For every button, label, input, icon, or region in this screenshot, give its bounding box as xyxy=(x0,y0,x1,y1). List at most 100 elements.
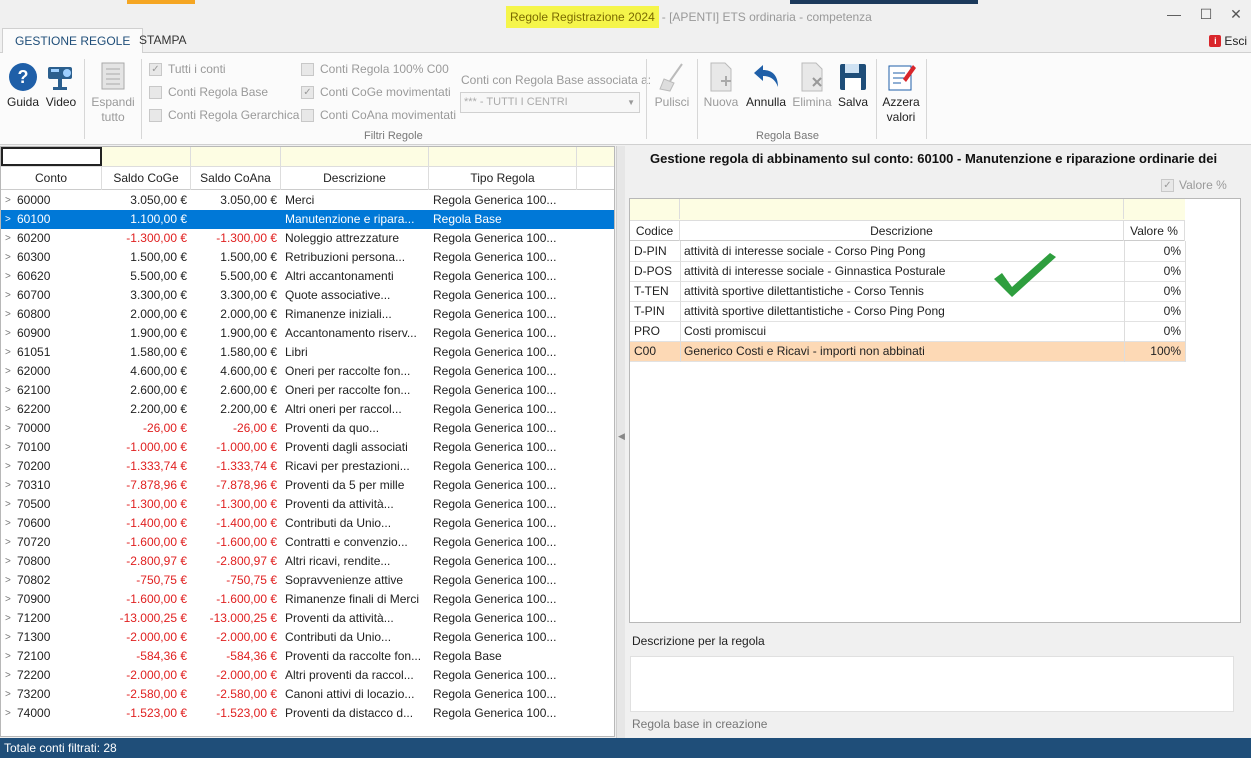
filter-conto-input[interactable] xyxy=(1,147,102,166)
table-row[interactable]: >70310 -7.878,96 € -7.878,96 € Proventi da … xyxy=(1,476,614,495)
centro-row[interactable]: PRO Costi promiscui 0% xyxy=(630,322,1185,342)
header-descrizione[interactable]: Descrizione xyxy=(680,221,1124,241)
filter-descrizione-input[interactable] xyxy=(680,199,1124,219)
cell-saldo-coana: -2.580,00 € xyxy=(216,687,277,701)
cell-saldo-coge: -1.600,00 € xyxy=(126,592,187,606)
table-row[interactable]: >71300 -2.000,00 € -2.000,00 € Contributi d… xyxy=(1,628,614,647)
espandi-tutto-button[interactable]: Espandi tutto xyxy=(90,61,136,125)
video-button[interactable]: Video xyxy=(44,61,78,110)
table-row[interactable]: >70600 -1.400,00 € -1.400,00 € Contributi d… xyxy=(1,514,614,533)
esci-button[interactable]: i Esci xyxy=(1209,34,1247,48)
filter-conti-regola-100[interactable]: Conti Regola 100% C00 xyxy=(301,62,449,76)
cell-saldo-coana: 3.050,00 € xyxy=(220,193,277,207)
filter-saldo-coana-input[interactable] xyxy=(191,147,281,167)
cell-valore[interactable]: 0% xyxy=(1127,242,1181,261)
table-row[interactable]: >70200 -1.333,74 € -1.333,74 € Ricavi per p… xyxy=(1,457,614,476)
tab-accent xyxy=(127,0,195,4)
checkbox-icon xyxy=(301,108,314,122)
filter-conti-regola-gerarchica[interactable]: Conti Regola Gerarchica xyxy=(149,108,299,122)
table-row[interactable]: >70720 -1.600,00 € -1.600,00 € Contratti e … xyxy=(1,533,614,552)
table-row[interactable]: >60620 5.500,00 €5.500,00 € Altri accanton… xyxy=(1,267,614,286)
filter-saldo-coge-input[interactable] xyxy=(102,147,191,167)
table-row[interactable]: >74000 -1.523,00 € -1.523,00 € Proventi da … xyxy=(1,704,614,723)
centro-row[interactable]: D-POS attività di interesse sociale - Gin… xyxy=(630,262,1185,282)
filter-tipo-regola-input[interactable] xyxy=(429,147,577,167)
centro-row[interactable]: T-PIN attività sportive dilettantistiche … xyxy=(630,302,1185,322)
close-button[interactable]: ✕ xyxy=(1222,4,1250,24)
salva-button[interactable]: Salva xyxy=(836,61,870,110)
filter-codice-input[interactable] xyxy=(630,199,680,219)
cell-conto: 62000 xyxy=(17,364,51,378)
table-row[interactable]: >71200 -13.000,25 € -13.000,25 € Proventi d… xyxy=(1,609,614,628)
table-row[interactable]: >60300 1.500,00 €1.500,00 € Retribuzioni p… xyxy=(1,248,614,267)
table-row[interactable]: >72100 -584,36 € -584,36 € Proventi da racc… xyxy=(1,647,614,666)
cell-saldo-coge: 4.600,00 € xyxy=(130,364,187,378)
pulisci-button[interactable]: Pulisci xyxy=(652,61,692,110)
maximize-button[interactable]: ☐ xyxy=(1192,4,1220,24)
header-saldo-coge[interactable]: Saldo CoGe xyxy=(102,167,191,190)
cell-saldo-coana: -7.878,96 € xyxy=(216,478,277,492)
minimize-button[interactable]: — xyxy=(1160,4,1188,24)
cell-valore[interactable]: 0% xyxy=(1127,322,1181,341)
header-codice[interactable]: Codice xyxy=(630,221,680,241)
table-row[interactable]: >60200 -1.300,00 € -1.300,00 € Noleggio att… xyxy=(1,229,614,248)
centro-row[interactable]: T-TEN attività sportive dilettantistiche … xyxy=(630,282,1185,302)
table-row[interactable]: >61051 1.580,00 €1.580,00 € Libri Regola Ge… xyxy=(1,343,614,362)
cell-descrizione: Ricavi per prestazioni... xyxy=(285,459,410,473)
filter-descrizione-input[interactable] xyxy=(281,147,429,167)
elimina-button[interactable]: Elimina xyxy=(791,61,833,110)
table-row[interactable]: >60800 2.000,00 €2.000,00 € Rimanenze iniz… xyxy=(1,305,614,324)
table-row[interactable]: >70000 -26,00 € -26,00 € Proventi da quo...… xyxy=(1,419,614,438)
espandi-label-1: Espandi xyxy=(91,95,135,109)
table-row[interactable]: >60100 1.100,00 € Manutenzione e ripara...… xyxy=(1,210,614,229)
cell-valore[interactable]: 100% xyxy=(1127,342,1181,361)
collapse-left-icon[interactable]: ◀ xyxy=(618,431,625,442)
grid-line xyxy=(1185,241,1186,362)
panel-splitter[interactable]: ◀ xyxy=(616,146,625,738)
filter-conti-coge-movimentati[interactable]: ✓ Conti CoGe movimentati xyxy=(301,85,451,99)
table-row[interactable]: >60000 3.050,00 €3.050,00 € Merci Regola Ge… xyxy=(1,191,614,210)
valore-percent-checkbox[interactable]: ✓ Valore % xyxy=(1161,178,1227,192)
centri-combo[interactable]: *** - TUTTI I CENTRI ▼ xyxy=(460,92,640,113)
table-row[interactable]: >70802 -750,75 € -750,75 € Sopravvenienze a… xyxy=(1,571,614,590)
cell-valore[interactable]: 0% xyxy=(1127,282,1181,301)
cell-valore[interactable]: 0% xyxy=(1127,262,1181,281)
tab-gestione-regole[interactable]: GESTIONE REGOLE xyxy=(2,28,144,54)
header-conto[interactable]: Conto xyxy=(1,167,102,190)
table-row[interactable]: >62100 2.600,00 €2.600,00 € Oneri per racc… xyxy=(1,381,614,400)
filtri-regole-group-label: Filtri Regole xyxy=(364,130,423,142)
filter-conti-coana-movimentati[interactable]: Conti CoAna movimentati xyxy=(301,108,456,122)
table-row[interactable]: >60700 3.300,00 €3.300,00 € Quote associat… xyxy=(1,286,614,305)
descrizione-regola-input[interactable] xyxy=(630,656,1234,712)
centro-row[interactable]: D-PIN attività di interesse sociale - Cor… xyxy=(630,242,1185,262)
cell-tipo-regola: Regola Generica 100... xyxy=(433,269,557,283)
azzera-valori-button[interactable]: Azzera valori xyxy=(880,61,922,125)
cell-descrizione: Canoni attivi di locazio... xyxy=(285,687,415,701)
cell-conto: 60100 xyxy=(17,212,51,226)
table-row[interactable]: >60900 1.900,00 €1.900,00 € Accantonamento… xyxy=(1,324,614,343)
table-row[interactable]: >70100 -1.000,00 € -1.000,00 € Proventi dag… xyxy=(1,438,614,457)
table-row[interactable]: >62200 2.200,00 €2.200,00 € Altri oneri pe… xyxy=(1,400,614,419)
header-descrizione[interactable]: Descrizione xyxy=(281,167,429,190)
filter-conti-regola-base[interactable]: Conti Regola Base xyxy=(149,85,268,99)
header-valore[interactable]: Valore % xyxy=(1124,221,1185,241)
table-row[interactable]: >62000 4.600,00 €4.600,00 € Oneri per racc… xyxy=(1,362,614,381)
filter-tutti-i-conti[interactable]: ✓ Tutti i conti xyxy=(149,62,226,76)
table-row[interactable]: >73200 -2.580,00 € -2.580,00 € Canoni attiv… xyxy=(1,685,614,704)
centro-row[interactable]: C00 Generico Costi e Ricavi - importi non… xyxy=(630,342,1185,362)
annulla-button[interactable]: Annulla xyxy=(744,61,788,110)
cell-valore[interactable]: 0% xyxy=(1127,302,1181,321)
header-saldo-coana[interactable]: Saldo CoAna xyxy=(191,167,281,190)
table-row[interactable]: >72200 -2.000,00 € -2.000,00 € Altri proven… xyxy=(1,666,614,685)
cell-saldo-coana: -26,00 € xyxy=(232,421,277,435)
nuova-button[interactable]: Nuova xyxy=(703,61,739,110)
table-row[interactable]: >70800 -2.800,97 € -2.800,97 € Altri ricavi… xyxy=(1,552,614,571)
guida-button[interactable]: ? Guida xyxy=(6,61,40,110)
tab-stampa[interactable]: STAMPA xyxy=(127,28,199,53)
header-tipo-regola[interactable]: Tipo Regola xyxy=(429,167,577,190)
table-row[interactable]: >70500 -1.300,00 € -1.300,00 € Proventi da … xyxy=(1,495,614,514)
grid-filter-row xyxy=(1,147,614,167)
cell-saldo-coge: -1.600,00 € xyxy=(126,535,187,549)
filter-label: Conti CoAna movimentati xyxy=(320,108,457,122)
table-row[interactable]: >70900 -1.600,00 € -1.600,00 € Rimanenze fi… xyxy=(1,590,614,609)
